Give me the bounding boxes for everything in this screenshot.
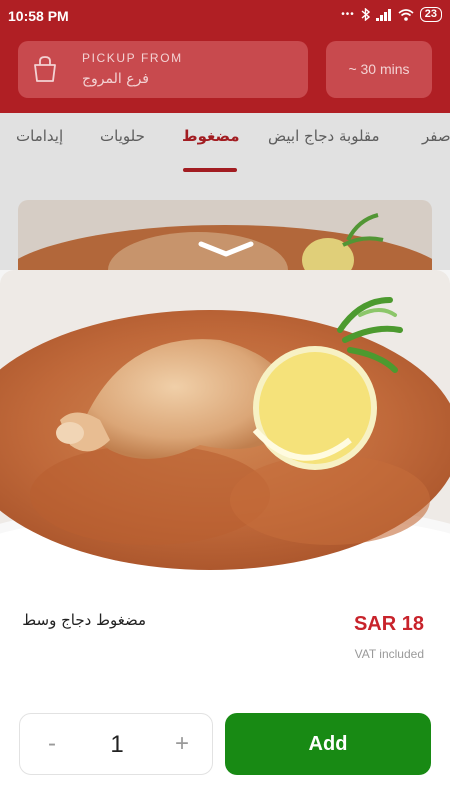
battery-icon: 23 [419,7,442,22]
chevron-down-icon[interactable] [197,240,255,258]
item-photo [0,270,450,583]
item-price: SAR 18 [353,613,424,635]
pickup-label: PICKUP FROM [82,51,183,65]
quantity-stepper: - 1 + [19,713,213,775]
shopping-bag-icon [34,56,56,82]
increase-quantity-button[interactable]: + [164,728,200,760]
quantity-value: 1 [110,731,124,758]
vat-note: VAT included [354,647,424,661]
add-to-cart-button[interactable]: Add [225,713,431,775]
signal-icon [375,8,391,21]
item-name: مضغوط دجاج وسط [22,611,146,629]
item-detail-sheet: مضغوط دجاج وسط SAR 18 VAT included - 1 +… [0,270,450,800]
decrease-quantity-button[interactable]: - [34,728,70,760]
wifi-icon [398,8,414,21]
eta-text: ~ 30 mins [348,61,410,77]
pickup-branch-selector[interactable]: PICKUP FROM فرع المروج [18,41,308,98]
status-time: 10:58 PM [8,8,69,24]
app-header: 10:58 PM ••• 23 PICKUP FROM فرع المروج ~… [0,0,450,113]
status-icons: ••• 23 [341,7,442,22]
pickup-branch-name: فرع المروج [82,71,149,87]
more-dots-icon: ••• [341,9,355,20]
eta-box[interactable]: ~ 30 mins [326,41,432,98]
bluetooth-icon [361,8,370,21]
status-bar: 10:58 PM ••• 23 [0,0,450,32]
